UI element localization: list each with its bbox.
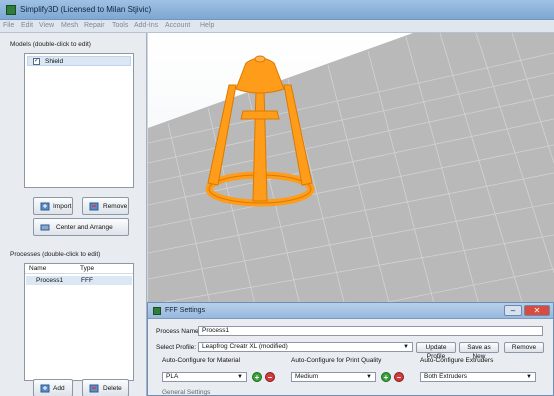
remove-quality-icon[interactable]: – [394,372,404,382]
remove-icon [89,202,99,211]
center-arrange-icon [40,224,50,231]
menu-repair[interactable]: Repair [84,22,105,29]
add-material-icon[interactable]: + [252,372,262,382]
window-title: Simplify3D (Licensed to Milan Stjivic) [20,5,152,14]
dialog-titlebar: FFF Settings – ✕ [148,303,553,319]
delete-icon [89,384,99,393]
material-dropdown[interactable]: PLA ▼ [162,372,247,382]
menu-bar: File Edit View Mesh Repair Tools Add-Ins… [0,20,554,33]
auto-extruders-label: Auto-Configure Extruders [420,357,494,364]
import-icon [40,202,50,211]
select-profile-dropdown[interactable]: Leapfrog Creatr XL (modified) ▼ [198,342,413,352]
process-list-item[interactable]: Process1 FFF [26,276,132,285]
import-button[interactable]: Import [33,197,73,215]
menu-file[interactable]: File [3,22,14,29]
model-name: Shield [45,58,64,65]
chevron-down-icon: ▼ [403,344,409,350]
update-profile-button[interactable]: Update Profile [416,342,456,360]
remove-model-button[interactable]: Remove [82,197,129,215]
print-quality-dropdown[interactable]: Medium ▼ [291,372,376,382]
save-as-new-button[interactable]: Save as New [459,342,499,360]
model-visible-checkbox[interactable]: ✓ [33,58,40,65]
select-profile-label: Select Profile: [156,344,197,351]
menu-add-ins[interactable]: Add-Ins [134,22,158,29]
menu-mesh[interactable]: Mesh [61,22,78,29]
models-list[interactable]: ✓ Shield [24,53,134,188]
minimize-button[interactable]: – [504,305,522,316]
add-icon [40,384,50,393]
add-quality-icon[interactable]: + [381,372,391,382]
add-process-button[interactable]: Add [33,379,73,396]
processes-list[interactable]: Name Type Process1 FFF [24,263,134,381]
menu-account[interactable]: Account [165,22,190,29]
menu-view[interactable]: View [39,22,54,29]
remove-material-icon[interactable]: – [265,372,275,382]
general-settings-label: General Settings [162,389,211,396]
extruders-dropdown[interactable]: Both Extruders ▼ [420,372,536,382]
remove-profile-button[interactable]: Remove [504,342,544,353]
delete-process-button[interactable]: Delete [82,379,129,396]
model-list-item[interactable]: ✓ Shield [27,56,131,66]
process-name-label: Process Name: [156,328,201,335]
auto-material-label: Auto-Configure for Material [162,357,241,364]
chevron-down-icon: ▼ [526,374,532,380]
chevron-down-icon: ▼ [237,374,243,380]
dialog-app-icon [153,307,161,315]
center-and-arrange-button[interactable]: Center and Arrange [33,218,129,236]
left-panel: Models (double-click to edit) ✓ Shield I… [0,33,147,396]
auto-quality-label: Auto-Configure for Print Quality [291,357,382,364]
processes-section-label: Processes (double-click to edit) [10,251,101,258]
process-name-field[interactable]: Process1 [198,326,543,336]
processes-list-header: Name Type [25,264,133,274]
col-name: Name [29,265,47,272]
models-section-label: Models (double-click to edit) [10,41,91,48]
menu-edit[interactable]: Edit [21,22,33,29]
menu-help[interactable]: Help [200,22,214,29]
fff-settings-dialog: FFF Settings – ✕ Process Name: Process1 … [147,302,554,396]
menu-tools[interactable]: Tools [112,22,128,29]
col-type: Type [80,265,95,272]
window-titlebar: Simplify3D (Licensed to Milan Stjivic) [0,0,554,20]
dialog-title: FFF Settings [165,307,206,314]
close-button[interactable]: ✕ [524,305,550,316]
chevron-down-icon: ▼ [366,374,372,380]
simplify3d-app-icon [6,5,16,15]
